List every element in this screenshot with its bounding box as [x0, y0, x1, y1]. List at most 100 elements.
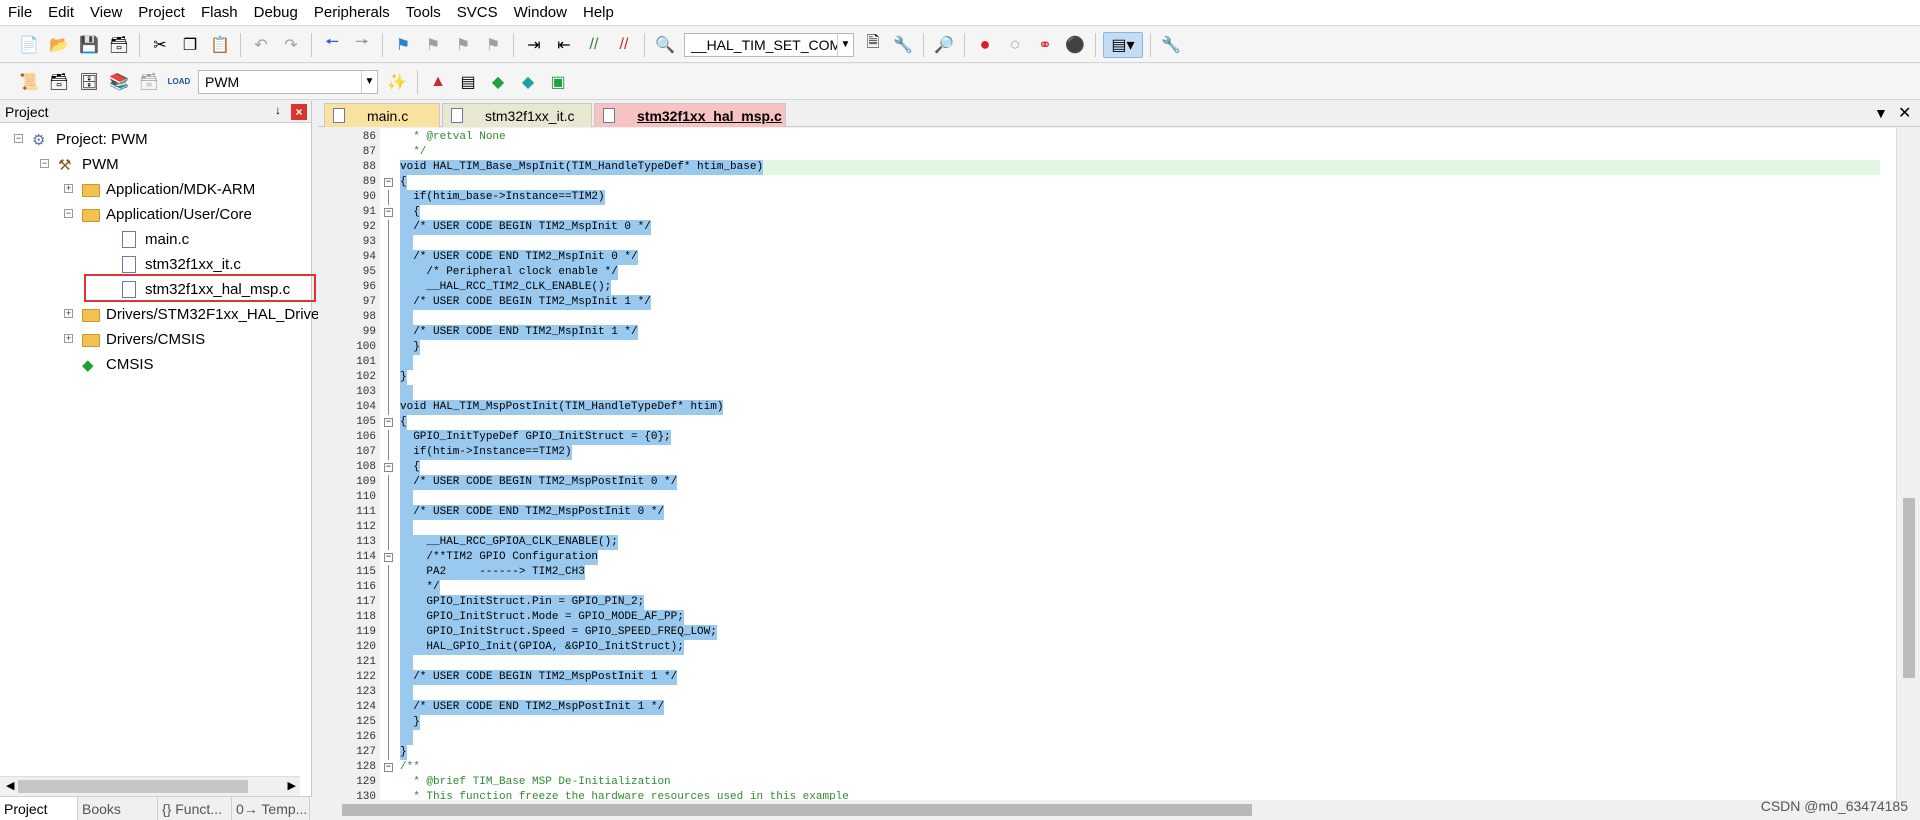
menu-item-window[interactable]: Window [506, 0, 575, 26]
code-line[interactable]: 127} [318, 745, 1902, 760]
fold-icon[interactable]: − [384, 553, 393, 562]
clear-bookmarks-icon[interactable]: ⚑ [480, 32, 506, 58]
breakpoint-icon[interactable]: ● [972, 32, 998, 58]
file-extensions-icon[interactable]: ▲ [425, 69, 451, 95]
code-line[interactable]: 105−{ [318, 415, 1902, 430]
tab-main-c[interactable]: main.c [324, 103, 440, 127]
disable-breakpoint-icon[interactable]: ○ [1002, 32, 1028, 58]
incremental-find-icon[interactable]: 🗎 [860, 32, 886, 58]
code-line[interactable]: 106 GPIO_InitTypeDef GPIO_InitStruct = {… [318, 430, 1902, 445]
nav-forward-icon[interactable]: 🠖 [349, 32, 375, 58]
expand-icon[interactable]: + [64, 309, 73, 318]
uncomment-icon[interactable]: // [611, 32, 637, 58]
code-line[interactable]: 116 */ [318, 580, 1902, 595]
fold-icon[interactable]: − [384, 463, 393, 472]
code-line[interactable]: 115 PA2 ------> TIM2_CH3 [318, 565, 1902, 580]
tree-item[interactable]: + Drivers/STM32F1xx_HAL_Driver [64, 302, 324, 326]
tree-item[interactable]: − ⚒ PWM [40, 152, 119, 176]
code-line[interactable]: 86 * @retval None [318, 130, 1902, 145]
close-tab-icon[interactable]: ✕ [1898, 103, 1911, 123]
pack-installer-icon[interactable]: ◆ [515, 69, 541, 95]
fold-icon[interactable]: − [384, 208, 393, 217]
next-bookmark-icon[interactable]: ⚑ [450, 32, 476, 58]
code-line[interactable]: 128−/** [318, 760, 1902, 775]
code-line[interactable]: 110 [318, 490, 1902, 505]
code-line[interactable]: 120 HAL_GPIO_Init(GPIOA, &GPIO_InitStruc… [318, 640, 1902, 655]
target-combo[interactable]: PWM ▼ [198, 69, 378, 94]
comment-icon[interactable]: // [581, 32, 607, 58]
download-icon[interactable]: LOAD [166, 69, 192, 95]
code-line[interactable]: 89−{ [318, 175, 1902, 190]
open-file-icon[interactable]: 📂 [46, 32, 72, 58]
scrollbar-thumb[interactable] [342, 804, 1252, 816]
build-icon[interactable]: 🗃 [46, 69, 72, 95]
code-line[interactable]: 90 if(htim_base->Instance==TIM2) [318, 190, 1902, 205]
tab-stm32f1xx-it-c[interactable]: stm32f1xx_it.c [442, 103, 592, 127]
kill-breakpoints-icon[interactable]: ⚫ [1062, 32, 1088, 58]
code-line[interactable]: 113 __HAL_RCC_GPIOA_CLK_ENABLE(); [318, 535, 1902, 550]
code-line[interactable]: 107 if(htim->Instance==TIM2) [318, 445, 1902, 460]
code-line[interactable]: 98 [318, 310, 1902, 325]
code-line[interactable]: 91− { [318, 205, 1902, 220]
fold-icon[interactable]: − [384, 178, 393, 187]
code-line[interactable]: 92 /* USER CODE BEGIN TIM2_MspInit 0 */ [318, 220, 1902, 235]
tab-stm32f1xx-hal-msp-c[interactable]: stm32f1xx_hal_msp.c [594, 103, 786, 127]
find-combo[interactable]: __HAL_TIM_SET_COMPARE ▼ [684, 32, 854, 57]
manage-components-icon[interactable]: ▤ [455, 69, 481, 95]
tree-item[interactable]: − Application/User/Core [64, 202, 252, 226]
undo-icon[interactable]: ↶ [248, 32, 274, 58]
editor-vscrollbar[interactable] [1896, 128, 1920, 801]
run-time-env-icon[interactable]: ▣ [545, 69, 571, 95]
translate-icon[interactable]: 📜 [16, 69, 42, 95]
code-line[interactable]: 93 [318, 235, 1902, 250]
indent-icon[interactable]: ⇥ [521, 32, 547, 58]
debug-start-icon[interactable]: 🔎 [931, 32, 957, 58]
batch-build-icon[interactable]: 📚 [106, 69, 132, 95]
code-line[interactable]: 87 */ [318, 145, 1902, 160]
chevron-down-icon[interactable]: ▼ [361, 70, 377, 93]
menu-item-project[interactable]: Project [130, 0, 193, 26]
project-hscrollbar[interactable]: ◀ ▶ [0, 776, 300, 796]
code-line[interactable]: 125 } [318, 715, 1902, 730]
scroll-right-icon[interactable]: ▶ [288, 779, 296, 792]
code-line[interactable]: 112 [318, 520, 1902, 535]
code-line[interactable]: 114− /**TIM2 GPIO Configuration [318, 550, 1902, 565]
scroll-left-icon[interactable]: ◀ [6, 779, 14, 792]
redo-icon[interactable]: ↷ [278, 32, 304, 58]
menu-item-help[interactable]: Help [575, 0, 622, 26]
menu-item-peripherals[interactable]: Peripherals [306, 0, 398, 26]
collapse-icon[interactable]: − [14, 134, 23, 143]
copy-icon[interactable]: ❐ [177, 32, 203, 58]
fold-icon[interactable]: − [384, 763, 393, 772]
cut-icon[interactable]: ✂ [147, 32, 173, 58]
code-line[interactable]: 123 [318, 685, 1902, 700]
scrollbar-thumb[interactable] [1903, 498, 1915, 678]
expand-icon[interactable]: + [64, 334, 73, 343]
menu-item-tools[interactable]: Tools [398, 0, 449, 26]
tab-books[interactable]: Books [78, 797, 158, 820]
menu-item-file[interactable]: File [0, 0, 40, 26]
disable-all-breakpoints-icon[interactable]: ⚭ [1032, 32, 1058, 58]
collapse-icon[interactable]: − [64, 209, 73, 218]
target-options-icon[interactable]: ✨ [384, 69, 410, 95]
code-line[interactable]: 104 void HAL_TIM_MspPostInit(TIM_HandleTy… [318, 400, 1902, 415]
nav-back-icon[interactable]: 🠔 [319, 32, 345, 58]
code-line[interactable]: 101 [318, 355, 1902, 370]
bookmark-icon[interactable]: ⚑ [390, 32, 416, 58]
tab-project[interactable]: Project [0, 797, 78, 820]
collapse-icon[interactable]: − [40, 159, 49, 168]
code-line[interactable]: 95 /* Peripheral clock enable */ [318, 265, 1902, 280]
menu-item-flash[interactable]: Flash [193, 0, 246, 26]
code-line[interactable]: 126 [318, 730, 1902, 745]
tree-item[interactable]: + Drivers/CMSIS [64, 327, 205, 351]
close-icon[interactable]: × [291, 104, 307, 120]
new-file-icon[interactable]: 📄 [16, 32, 42, 58]
code-line[interactable]: 96 __HAL_RCC_TIM2_CLK_ENABLE(); [318, 280, 1902, 295]
find-icon[interactable]: 🔧 [890, 32, 916, 58]
code-line[interactable]: 100 } [318, 340, 1902, 355]
code-line[interactable]: 118 GPIO_InitStruct.Mode = GPIO_MODE_AF_… [318, 610, 1902, 625]
expand-icon[interactable]: + [64, 184, 73, 193]
code-line[interactable]: 124 /* USER CODE END TIM2_MspPostInit 1 … [318, 700, 1902, 715]
menu-item-svcs[interactable]: SVCS [449, 0, 506, 26]
tab-templates[interactable]: 0→ Temp... [232, 797, 310, 820]
